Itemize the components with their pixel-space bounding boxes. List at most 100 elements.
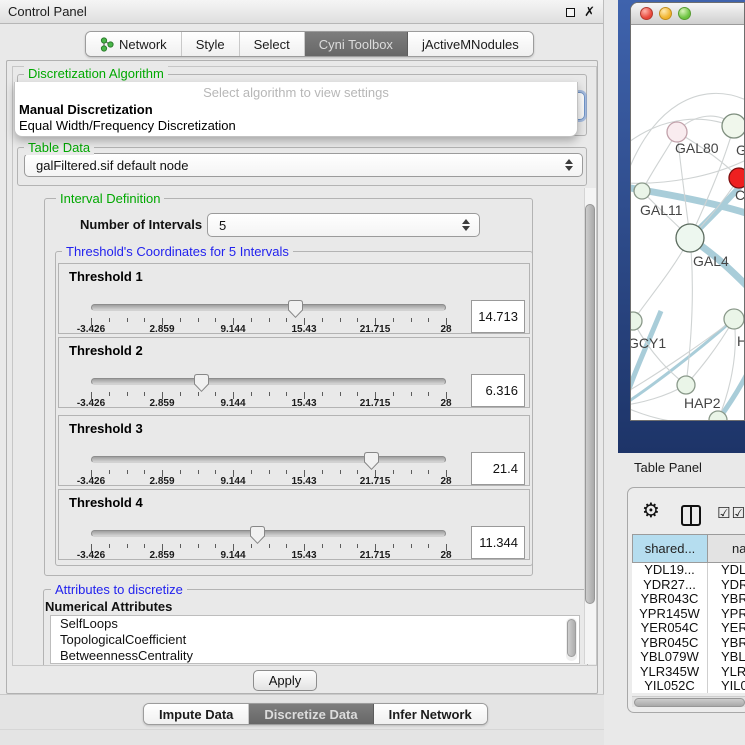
table-cell[interactable]: YDR2 (708, 578, 745, 593)
minimize-traffic-button[interactable] (659, 7, 672, 20)
table-data-group-label: Table Data (24, 140, 94, 155)
numerical-attributes-label: Numerical Attributes (45, 599, 172, 614)
tab-cyni-toolbox[interactable]: Cyni Toolbox (305, 32, 408, 56)
table-header-row: shared... na (632, 534, 745, 563)
table-row[interactable]: YIL052CYIL0 (632, 679, 745, 693)
threshold-3-slider-thumb[interactable] (364, 452, 379, 470)
threshold-2-slider-track[interactable] (91, 378, 446, 385)
threshold-1-slider-track[interactable] (91, 304, 446, 311)
attribute-item[interactable]: BetweennessCentrality (51, 648, 579, 664)
table-cell[interactable]: YLR345W (632, 665, 708, 680)
slider-tick-labels: -3.4262.8599.14415.4321.71528 (91, 324, 447, 335)
table-cell[interactable]: YDL1 (708, 563, 745, 578)
close-icon[interactable]: ✗ (584, 2, 595, 22)
network-node-label: GAL80 (675, 140, 719, 156)
threshold-2-slider-thumb[interactable] (194, 374, 209, 392)
network-window-titlebar[interactable] (631, 3, 744, 25)
tab-network-label: Network (119, 37, 167, 52)
number-of-intervals-combobox[interactable]: 5 (207, 213, 480, 237)
threshold-4-value-field[interactable]: 11.344 (471, 526, 525, 559)
threshold-1-row: Threshold 1 -3.4262.8599.14415.4321.7152… (58, 263, 530, 334)
table-cell[interactable]: YBR0 (708, 636, 745, 651)
list-scrollbar[interactable] (566, 618, 577, 661)
table-cell[interactable]: YER054C (632, 621, 708, 636)
threshold-1-value-field[interactable]: 14.713 (471, 300, 525, 333)
network-canvas[interactable]: GAL80GCGAL11GAL4GCY1HHAP2 (631, 25, 745, 421)
combo-stepper-icon (565, 159, 573, 171)
threshold-1-slider-thumb[interactable] (288, 300, 303, 318)
table-cell[interactable]: YDR27... (632, 578, 708, 593)
network-node[interactable] (677, 376, 695, 394)
table-cell[interactable]: YDL19... (632, 563, 708, 578)
table-row[interactable]: YDR27...YDR2 (632, 578, 745, 593)
table-cell[interactable]: YBR0 (708, 592, 745, 607)
apply-button[interactable]: Apply (253, 670, 317, 691)
table-cell[interactable]: YBL0 (708, 650, 745, 665)
table-row[interactable]: YBL079WYBL0 (632, 650, 745, 665)
table-cell[interactable]: YBL079W (632, 650, 708, 665)
slider-tick-labels: -3.4262.8599.14415.4321.71528 (91, 476, 447, 487)
control-panel-tabbar: Network Style Select Cyni Toolbox jActiv… (85, 31, 534, 57)
checkboxes-icon[interactable]: ☑☑ (717, 504, 745, 522)
table-cell[interactable]: YER0 (708, 621, 745, 636)
tab-jactivemnodules[interactable]: jActiveMNodules (408, 32, 533, 56)
dropdown-option-equal-width-frequency[interactable]: Equal Width/Frequency Discretization (19, 118, 236, 133)
table-data-combobox[interactable]: galFiltered.sif default node (24, 153, 583, 177)
network-node[interactable] (667, 122, 687, 142)
table-row[interactable]: YPR145WYPR1 (632, 607, 745, 622)
threshold-2-value-field[interactable]: 6.316 (471, 374, 525, 407)
table-cell[interactable]: YBR043C (632, 592, 708, 607)
threshold-3-slider-track[interactable] (91, 456, 446, 463)
panel-scrollbar-thumb[interactable] (585, 204, 595, 604)
network-node-label: H (737, 333, 745, 349)
threshold-4-slider-thumb[interactable] (250, 526, 265, 544)
table-row[interactable]: YDL19...YDL1 (632, 563, 745, 578)
network-view-window: GAL80GCGAL11GAL4GCY1HHAP2 (630, 2, 745, 421)
tab-style[interactable]: Style (182, 32, 240, 56)
table-cell[interactable]: YIL0 (708, 679, 745, 693)
attributes-group-label: Attributes to discretize (51, 582, 187, 597)
columns-icon[interactable] (681, 505, 701, 526)
threshold-3-value-field[interactable]: 21.4 (471, 452, 525, 485)
control-panel-title: Control Panel (8, 0, 87, 24)
network-node[interactable] (634, 183, 650, 199)
close-traffic-button[interactable] (640, 7, 653, 20)
network-node[interactable] (724, 309, 744, 329)
tab-discretize-data[interactable]: Discretize Data (249, 704, 373, 724)
tab-impute-data[interactable]: Impute Data (144, 704, 249, 724)
tab-select[interactable]: Select (240, 32, 305, 56)
network-node[interactable] (676, 224, 704, 252)
network-node[interactable] (722, 114, 745, 138)
gear-icon[interactable]: ⚙ (642, 498, 660, 523)
table-cell[interactable]: YPR145W (632, 607, 708, 622)
table-row[interactable]: YER054CYER0 (632, 621, 745, 636)
table-cell[interactable]: YIL052C (632, 679, 708, 693)
table-cell[interactable]: YBR045C (632, 636, 708, 651)
tab-infer-network[interactable]: Infer Network (374, 704, 487, 724)
zoom-traffic-button[interactable] (678, 7, 691, 20)
network-node[interactable] (631, 312, 642, 330)
threshold-4-slider-track[interactable] (91, 530, 446, 537)
table-hscrollbar[interactable] (632, 696, 745, 707)
dropdown-option-manual-discretization[interactable]: Manual Discretization (19, 102, 153, 117)
screen: { "colors": { "group_label_green": "#00a… (0, 0, 745, 745)
attribute-item[interactable]: SelfLoops (51, 616, 579, 632)
table-cell[interactable]: YPR1 (708, 607, 745, 622)
table-row[interactable]: YBR043CYBR0 (632, 592, 745, 607)
network-node[interactable] (729, 168, 745, 188)
threshold-4-label: Threshold 4 (69, 495, 143, 510)
float-window-icon[interactable] (566, 8, 575, 17)
table-hscrollbar-thumb[interactable] (634, 698, 745, 707)
column-header-name[interactable]: na (708, 534, 745, 563)
combo-stepper-icon (462, 219, 470, 231)
threshold-3-label: Threshold 3 (69, 421, 143, 436)
list-scrollbar-thumb[interactable] (567, 619, 576, 657)
table-row[interactable]: YBR045CYBR0 (632, 636, 745, 651)
tab-network[interactable]: Network (86, 32, 182, 56)
column-header-shared[interactable]: shared... (632, 534, 708, 563)
numerical-attributes-list[interactable]: SelfLoopsTopologicalCoefficientBetweenne… (50, 615, 580, 664)
table-row[interactable]: YLR345WYLR3 (632, 665, 745, 680)
table-cell[interactable]: YLR3 (708, 665, 745, 680)
attribute-item[interactable]: TopologicalCoefficient (51, 632, 579, 648)
network-node-label: GAL11 (640, 202, 683, 218)
